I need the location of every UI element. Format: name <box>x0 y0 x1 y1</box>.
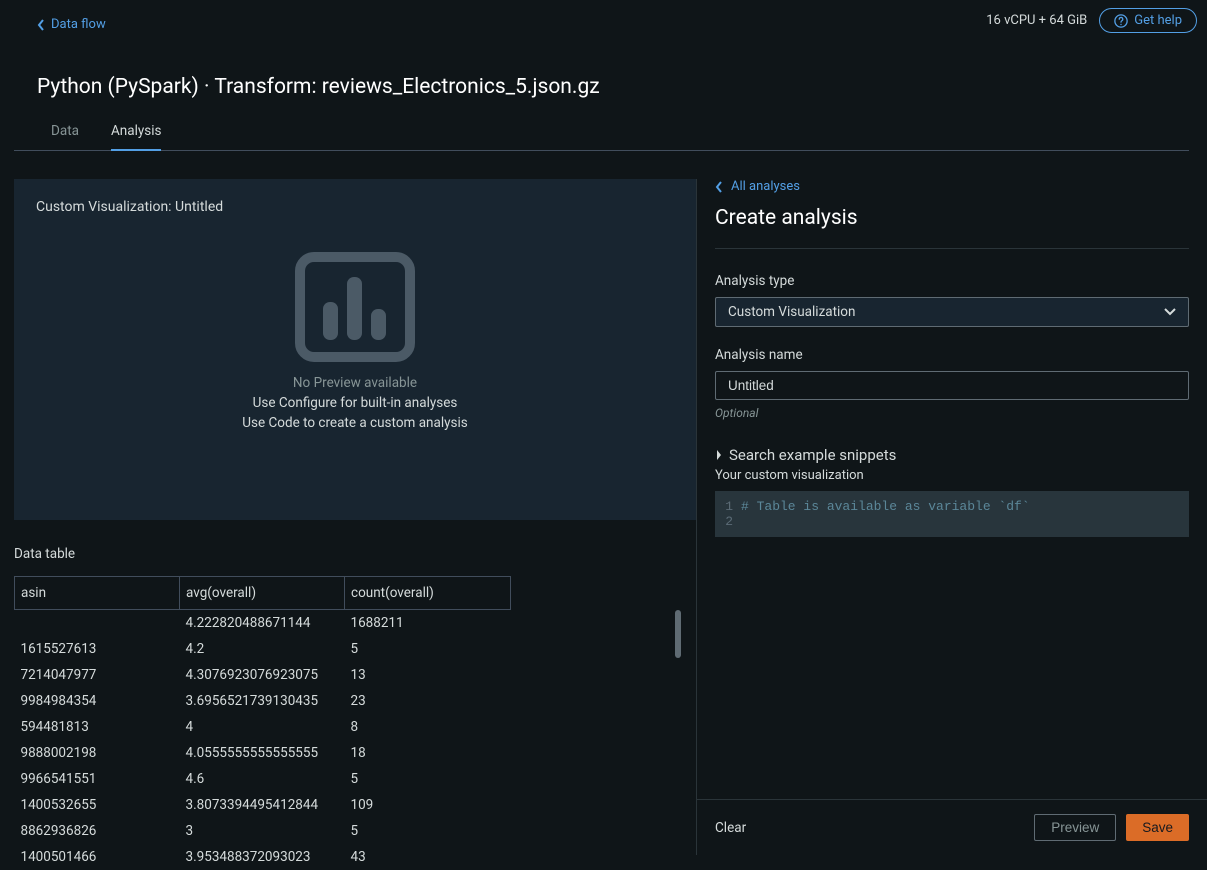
analysis-type-label: Analysis type <box>715 273 1189 289</box>
right-footer: Clear Preview Save <box>697 799 1207 855</box>
table-cell: 8 <box>345 714 511 740</box>
chart-placeholder-icon <box>290 247 420 367</box>
table-row: 99665415514.65 <box>15 766 511 792</box>
table-cell: 4.3076923076923075 <box>180 662 345 688</box>
code-editor[interactable]: 12 # Table is available as variable `df` <box>715 491 1189 537</box>
table-cell: 1688211 <box>345 610 511 637</box>
table-cell: 1400532655 <box>15 792 180 818</box>
table-cell: 5 <box>345 766 511 792</box>
table-cell: 1400501466 <box>15 844 180 870</box>
table-cell: 4.2 <box>180 636 345 662</box>
data-table: asin avg(overall) count(overall) 4.22282… <box>14 576 511 870</box>
col-header-asin[interactable]: asin <box>15 577 180 610</box>
viz-hint-2: Use Code to create a custom analysis <box>242 415 467 431</box>
table-cell: 109 <box>345 792 511 818</box>
table-row: 886293682635 <box>15 818 511 844</box>
back-analyses-label: All analyses <box>731 179 800 194</box>
code-gutter: 12 <box>715 499 741 529</box>
table-cell: 9888002198 <box>15 740 180 766</box>
back-label: Data flow <box>51 17 106 32</box>
table-cell: 7214047977 <box>15 662 180 688</box>
analysis-name-input[interactable] <box>715 371 1189 400</box>
chevron-down-icon <box>1164 308 1176 316</box>
resource-badge: 16 vCPU + 64 GiB <box>986 13 1087 28</box>
table-cell: 3.953488372093023 <box>180 844 345 870</box>
no-preview-text: No Preview available <box>293 375 417 391</box>
viz-title: Custom Visualization: Untitled <box>36 199 674 215</box>
table-row: 99849843543.695652173913043523 <box>15 688 511 714</box>
tab-data[interactable]: Data <box>51 123 79 150</box>
search-snippets-label: Search example snippets <box>729 446 896 464</box>
code-line-1: # Table is available as variable `df` <box>741 499 1189 529</box>
left-panel: Custom Visualization: Untitled No Previe… <box>0 179 696 855</box>
table-cell: 4.0555555555555555 <box>180 740 345 766</box>
table-row: 98880021984.055555555555555518 <box>15 740 511 766</box>
col-header-count[interactable]: count(overall) <box>345 577 511 610</box>
tab-bar: Data Analysis <box>14 99 1189 151</box>
caret-right-icon <box>715 449 723 461</box>
custom-viz-label: Your custom visualization <box>715 468 1189 483</box>
get-help-button[interactable]: Get help <box>1099 8 1197 33</box>
help-icon <box>1114 14 1128 28</box>
clear-button[interactable]: Clear <box>715 820 746 836</box>
table-cell: 43 <box>345 844 511 870</box>
table-cell: 23 <box>345 688 511 714</box>
table-cell: 5 <box>345 636 511 662</box>
col-header-avg[interactable]: avg(overall) <box>180 577 345 610</box>
table-cell: 13 <box>345 662 511 688</box>
optional-hint: Optional <box>715 406 1189 420</box>
table-cell: 1615527613 <box>15 636 180 662</box>
table-cell: 4.6 <box>180 766 345 792</box>
table-cell: 4.222820488671144 <box>180 610 345 637</box>
tab-analysis[interactable]: Analysis <box>111 123 162 151</box>
page-title: Python (PySpark) · Transform: reviews_El… <box>0 33 1207 99</box>
table-row: 14005326553.8073394495412844109 <box>15 792 511 818</box>
chevron-left-icon <box>715 181 723 193</box>
data-table-label: Data table <box>14 546 696 562</box>
table-cell <box>15 610 180 637</box>
table-cell: 9966541551 <box>15 766 180 792</box>
analysis-type-value: Custom Visualization <box>728 304 855 320</box>
table-row: 14005014663.95348837209302343 <box>15 844 511 870</box>
table-cell: 3.6956521739130435 <box>180 688 345 714</box>
search-snippets-expander[interactable]: Search example snippets <box>715 446 1189 464</box>
analysis-type-select[interactable]: Custom Visualization <box>715 297 1189 327</box>
table-cell: 9984984354 <box>15 688 180 714</box>
viz-hint-1: Use Configure for built-in analyses <box>253 395 458 411</box>
table-cell: 8862936826 <box>15 818 180 844</box>
preview-button[interactable]: Preview <box>1034 814 1116 841</box>
table-cell: 4 <box>180 714 345 740</box>
analysis-name-label: Analysis name <box>715 347 1189 363</box>
save-button[interactable]: Save <box>1126 814 1189 841</box>
table-row: 72140479774.307692307692307513 <box>15 662 511 688</box>
table-row: 59448181348 <box>15 714 511 740</box>
chevron-left-icon <box>37 19 45 31</box>
right-panel: All analyses Create analysis Analysis ty… <box>696 179 1207 855</box>
get-help-label: Get help <box>1134 13 1182 28</box>
visualization-card: Custom Visualization: Untitled No Previe… <box>14 179 696 520</box>
table-cell: 3.8073394495412844 <box>180 792 345 818</box>
table-cell: 594481813 <box>15 714 180 740</box>
viz-placeholder: No Preview available Use Configure for b… <box>36 233 674 500</box>
create-analysis-title: Create analysis <box>715 206 1189 249</box>
back-to-dataflow[interactable]: Data flow <box>0 17 106 32</box>
table-row: 16155276134.25 <box>15 636 511 662</box>
scrollbar[interactable] <box>675 610 681 658</box>
back-to-analyses[interactable]: All analyses <box>715 179 1189 194</box>
table-cell: 5 <box>345 818 511 844</box>
table-cell: 18 <box>345 740 511 766</box>
table-row: 4.2228204886711441688211 <box>15 610 511 637</box>
table-cell: 3 <box>180 818 345 844</box>
